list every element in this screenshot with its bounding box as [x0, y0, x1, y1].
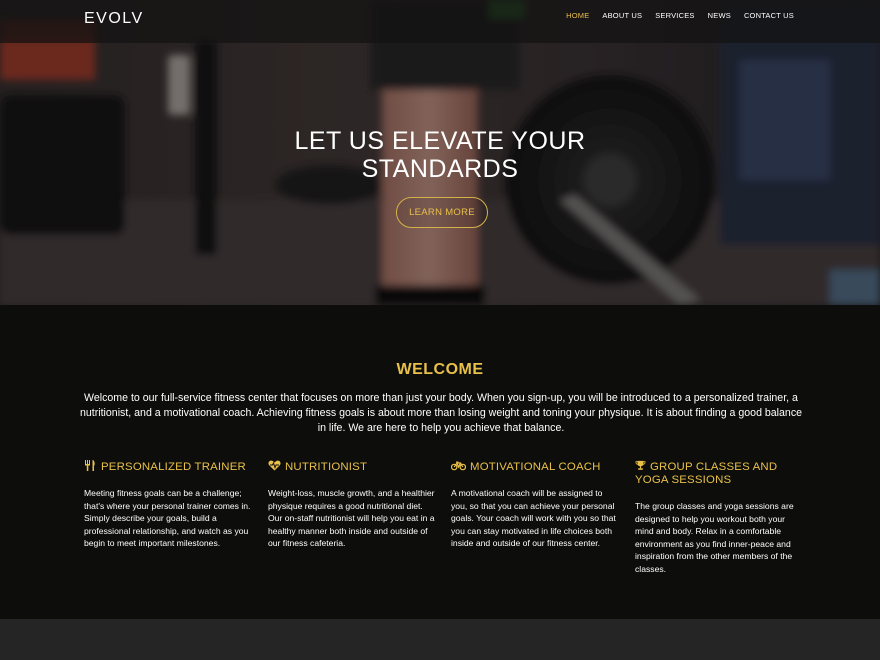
heartbeat-icon [268, 460, 281, 471]
nav-item-home[interactable]: HOME [566, 11, 589, 20]
feature-motivational-coach: MOTIVATIONAL COACH A motivational coach … [451, 460, 621, 550]
hero-title: LET US ELEVATE YOUR STANDARDS [0, 127, 880, 183]
hero-title-line-2: STANDARDS [361, 155, 519, 183]
feature-heading: GROUP CLASSES AND YOGA SESSIONS [635, 460, 805, 487]
nav-item-services[interactable]: SERVICES [655, 11, 694, 20]
feature-text: A motivational coach will be assigned to… [451, 488, 616, 549]
feature-title: MOTIVATIONAL COACH [470, 461, 601, 473]
brand-logo[interactable]: EVOLV [84, 10, 144, 28]
feature-text: The group classes and yoga sessions are … [635, 501, 794, 574]
bicycle-icon [451, 461, 466, 471]
footer-strip [0, 619, 880, 660]
feature-title: GROUP CLASSES AND YOGA SESSIONS [635, 461, 778, 486]
trophy-icon [635, 460, 646, 470]
welcome-section: WELCOME Welcome to our full-service fitn… [0, 305, 880, 619]
feature-personalized-trainer: PERSONALIZED TRAINER Meeting fitness goa… [84, 460, 254, 550]
learn-more-button[interactable]: LEARN MORE [396, 197, 488, 228]
welcome-title: WELCOME [396, 361, 484, 378]
hero-section: LET US ELEVATE YOUR STANDARDS LEARN MORE [0, 0, 880, 305]
hero-title-line-1: LET US ELEVATE YOUR [294, 127, 586, 155]
feature-heading: NUTRITIONIST [268, 460, 438, 474]
utensils-icon [85, 460, 95, 471]
feature-text: Meeting fitness goals can be a challenge… [84, 488, 251, 549]
feature-text: Weight-loss, muscle growth, and a health… [268, 488, 435, 549]
nav-item-news[interactable]: NEWS [708, 11, 731, 20]
nav-item-about-us[interactable]: ABOUT US [602, 11, 642, 20]
feature-title: NUTRITIONIST [285, 461, 368, 473]
top-navbar: EVOLV HOME ABOUT US SERVICES NEWS CONTAC… [0, 0, 880, 43]
nav-item-contact-us[interactable]: CONTACT US [744, 11, 794, 20]
feature-heading: PERSONALIZED TRAINER [84, 460, 254, 474]
feature-heading: MOTIVATIONAL COACH [451, 460, 621, 474]
feature-group-classes: GROUP CLASSES AND YOGA SESSIONS The grou… [635, 460, 805, 576]
feature-title: PERSONALIZED TRAINER [101, 461, 246, 473]
main-nav: HOME ABOUT US SERVICES NEWS CONTACT US [553, 11, 794, 20]
feature-nutritionist: NUTRITIONIST Weight-loss, muscle growth,… [268, 460, 438, 550]
welcome-text: Welcome to our full-service fitness cent… [80, 392, 803, 434]
